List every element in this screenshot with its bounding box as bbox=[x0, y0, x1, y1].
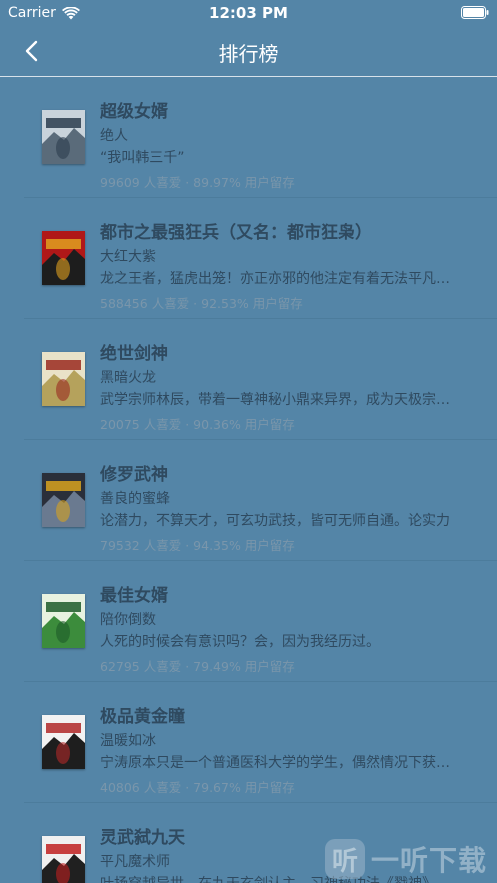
book-author: 绝人 bbox=[100, 128, 128, 144]
book-stats: 40806 人喜爱 · 79.67% 用户留存 bbox=[100, 780, 295, 795]
list-item[interactable]: 修罗武神善良的蜜蜂论潜力，不算天才，可玄功武技，皆可无师自通。论实力 79532 … bbox=[24, 440, 497, 561]
book-cover bbox=[42, 836, 85, 883]
book-title: 都市之最强狂兵（又名：都市狂枭） bbox=[100, 223, 372, 243]
book-stats: 20075 人喜爱 · 90.36% 用户留存 bbox=[100, 417, 295, 432]
book-description: 人死的时候会有意识吗？会，因为我经历过。 bbox=[100, 634, 380, 650]
ranking-screen: Carrier 12:03 PM 排行榜 超级女婿绝人 “我叫韩三千” 99609 … bbox=[0, 0, 497, 883]
book-cover bbox=[42, 594, 85, 648]
book-title: 极品黄金瞳 bbox=[100, 707, 185, 727]
book-description: 宁涛原本只是一个普通医科大学的学生，偶然情况下获得了神奇的能力 bbox=[100, 755, 452, 771]
book-cover-image bbox=[42, 231, 85, 285]
book-stats: 99609 人喜爱 · 89.97% 用户留存 bbox=[100, 175, 295, 190]
book-cover-image bbox=[42, 715, 85, 769]
book-cover bbox=[42, 110, 85, 164]
status-bar: Carrier 12:03 PM bbox=[0, 0, 497, 26]
navigation-bar: 排行榜 bbox=[0, 26, 497, 76]
book-stats: 79532 人喜爱 · 94.35% 用户留存 bbox=[100, 538, 295, 553]
book-title: 灵武弑九天 bbox=[100, 828, 185, 848]
list-item[interactable]: 绝世剑神黑暗火龙武学宗师林辰，带着一尊神秘小鼎来异界，成为天极宗的弟子 20075… bbox=[24, 319, 497, 440]
book-cover-image bbox=[42, 836, 85, 883]
book-cover-image bbox=[42, 594, 85, 648]
book-cover bbox=[42, 231, 85, 285]
book-cover-image bbox=[42, 473, 85, 527]
status-time: 12:03 PM bbox=[209, 4, 288, 22]
battery-icon bbox=[461, 6, 489, 19]
book-author: 善良的蜜蜂 bbox=[100, 491, 170, 507]
book-title: 绝世剑神 bbox=[100, 344, 168, 364]
watermark-text: 一听下载 bbox=[370, 844, 487, 877]
list-item[interactable]: 超级女婿绝人 “我叫韩三千” 99609 人喜爱 · 89.97% 用户留存 bbox=[24, 77, 497, 198]
list-item[interactable]: 最佳女婿陪你倒数人死的时候会有意识吗？会，因为我经历过。 62795 人喜爱 · … bbox=[24, 561, 497, 682]
book-description: 龙之王者，猛虎出笼！亦正亦邪的他注定有着无法平凡的人生 bbox=[100, 271, 452, 287]
book-description: 武学宗师林辰，带着一尊神秘小鼎来异界，成为天极宗的弟子 bbox=[100, 392, 452, 408]
book-stats: 588456 人喜爱 · 92.53% 用户留存 bbox=[100, 296, 303, 311]
book-stats: 62795 人喜爱 · 79.49% 用户留存 bbox=[100, 659, 295, 674]
ranking-list: 超级女婿绝人 “我叫韩三千” 99609 人喜爱 · 89.97% 用户留存都市之最… bbox=[0, 77, 497, 883]
book-title: 修罗武神 bbox=[100, 465, 168, 485]
list-item[interactable]: 极品黄金瞳温暖如冰宁涛原本只是一个普通医科大学的学生，偶然情况下获得了神奇的能力… bbox=[24, 682, 497, 803]
book-title: 超级女婿 bbox=[100, 102, 168, 122]
watermark-logo-icon: 听 bbox=[324, 839, 365, 879]
list-item[interactable]: 都市之最强狂兵（又名：都市狂枭） 大红大紫龙之王者，猛虎出笼！亦正亦邪的他注定有着… bbox=[24, 198, 497, 319]
book-description: 论潜力，不算天才，可玄功武技，皆可无师自通。论实力 bbox=[100, 513, 450, 529]
book-cover bbox=[42, 473, 85, 527]
book-title: 最佳女婿 bbox=[100, 586, 168, 606]
book-author: 温暖如冰 bbox=[100, 733, 156, 749]
book-cover bbox=[42, 352, 85, 406]
page-title: 排行榜 bbox=[218, 42, 279, 66]
book-author: 黑暗火龙 bbox=[100, 370, 156, 386]
book-description: “我叫韩三千” bbox=[100, 150, 185, 166]
book-author: 大红大紫 bbox=[100, 249, 156, 265]
book-author: 平凡魔术师 bbox=[100, 854, 170, 870]
watermark: 听 一听下载 bbox=[324, 839, 487, 879]
book-author: 陪你倒数 bbox=[100, 612, 156, 628]
book-cover-image bbox=[42, 352, 85, 406]
book-cover bbox=[42, 715, 85, 769]
book-cover-image bbox=[42, 110, 85, 164]
